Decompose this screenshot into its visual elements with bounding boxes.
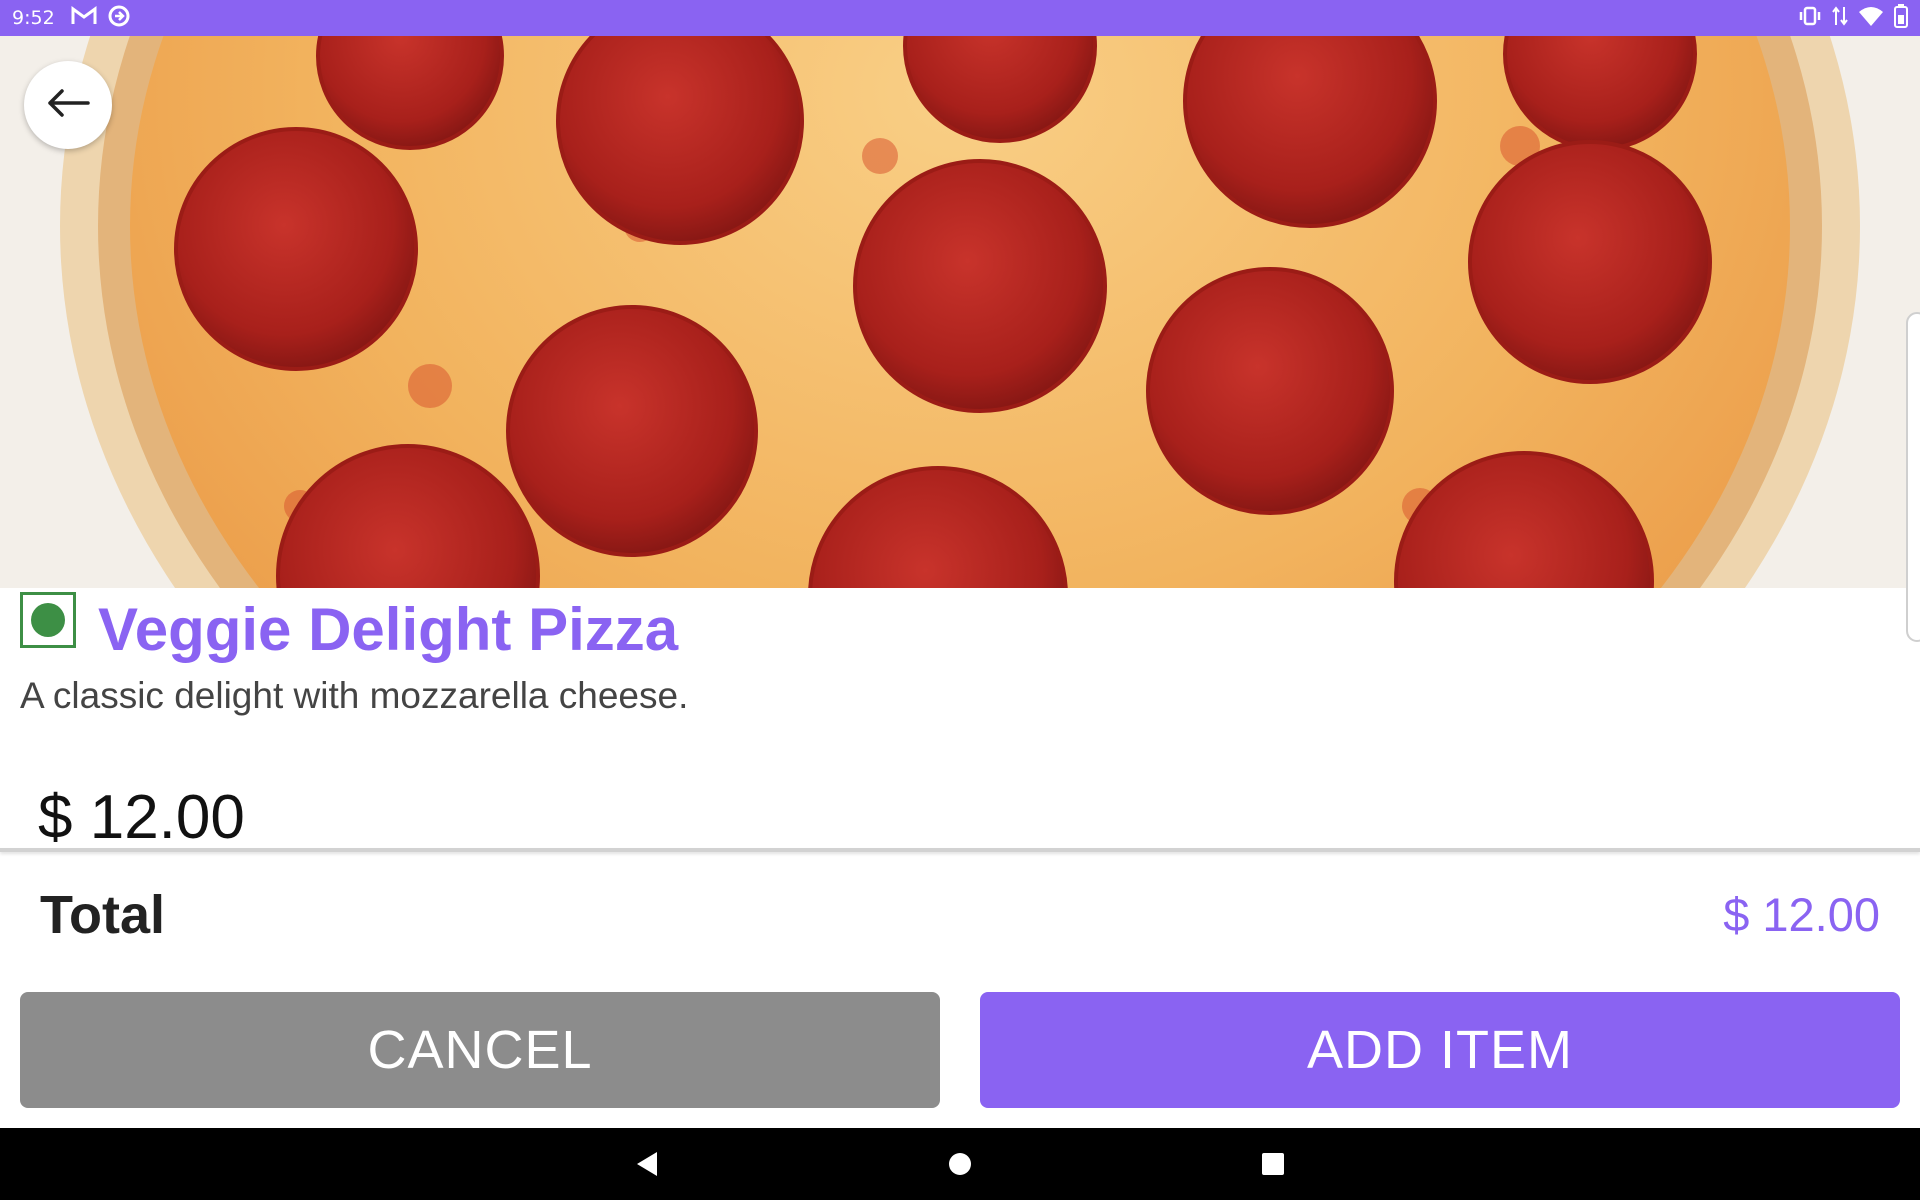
cancel-button[interactable]: CANCEL [20, 992, 940, 1108]
sync-icon [107, 4, 131, 32]
vibrate-icon [1798, 6, 1822, 30]
nav-back-icon[interactable] [617, 1128, 677, 1200]
back-button[interactable] [24, 61, 112, 149]
status-bar: 9:52 [0, 0, 1920, 36]
add-item-button[interactable]: ADD ITEM [980, 992, 1900, 1108]
item-price: $ 12.00 [38, 783, 245, 852]
arrow-left-icon [46, 88, 90, 123]
status-time: 9:52 [12, 7, 55, 29]
divider [0, 848, 1920, 852]
veg-indicator-icon [20, 592, 76, 648]
item-description: A classic delight with mozzarella cheese… [20, 675, 689, 716]
pizza-image [0, 36, 1920, 588]
side-panel-handle[interactable] [1906, 312, 1920, 642]
battery-icon [1894, 4, 1908, 32]
gmail-icon [71, 6, 97, 30]
system-nav-bar [0, 1128, 1920, 1200]
nav-recents-icon[interactable] [1243, 1128, 1303, 1200]
total-label: Total [40, 885, 165, 945]
nav-home-icon[interactable] [930, 1128, 990, 1200]
total-value: $ 12.00 [1723, 888, 1880, 941]
data-arrows-icon [1832, 5, 1848, 31]
wifi-icon [1858, 5, 1884, 31]
item-title: Veggie Delight Pizza [98, 596, 679, 663]
